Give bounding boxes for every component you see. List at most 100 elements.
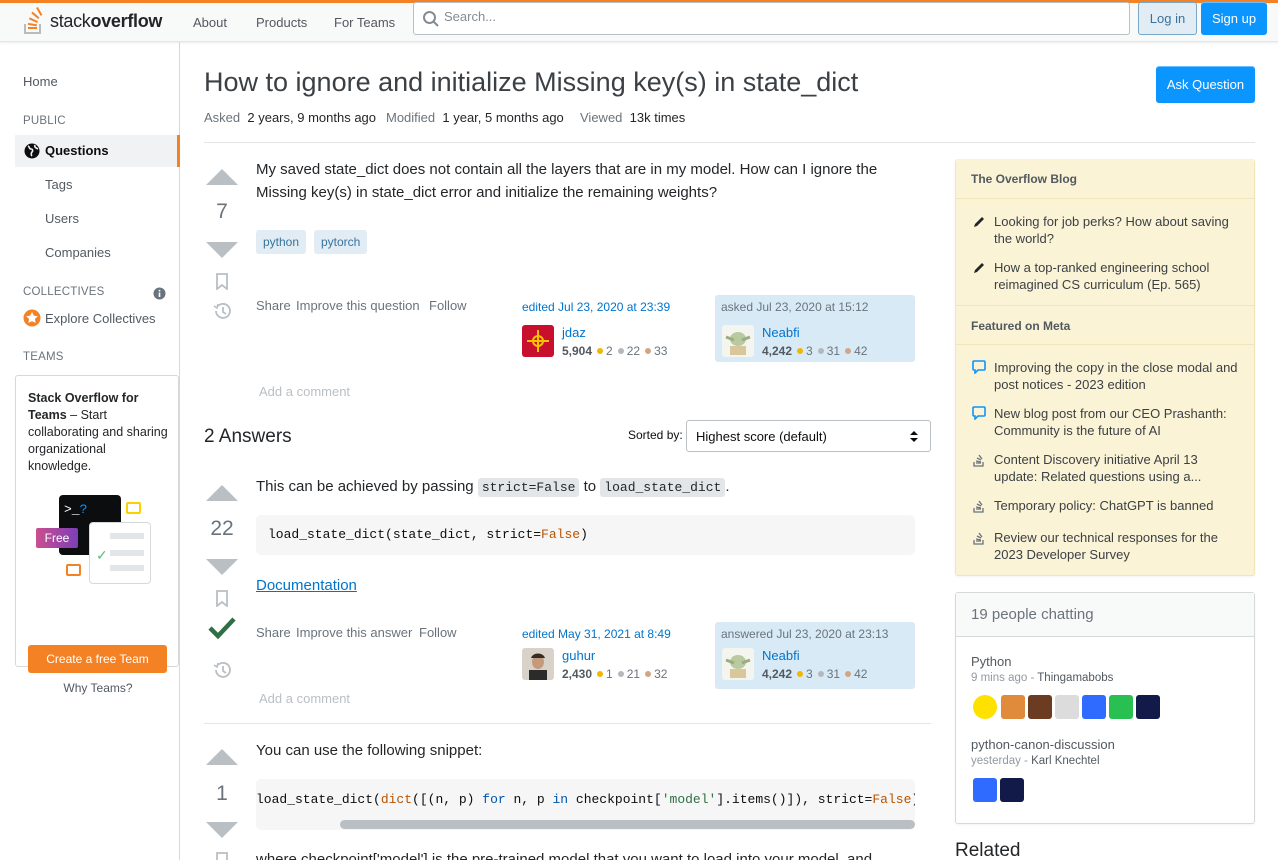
related-heading: Related xyxy=(955,840,1021,860)
sidebar-item-home[interactable]: Home xyxy=(23,74,58,89)
history-icon[interactable] xyxy=(212,302,232,320)
add-comment-link[interactable]: Add a comment xyxy=(259,691,350,706)
avatar[interactable] xyxy=(522,325,554,357)
globe-icon xyxy=(24,143,40,159)
pencil-icon xyxy=(974,217,984,227)
avatar[interactable] xyxy=(1082,695,1106,719)
accepted-checkmark-icon xyxy=(208,617,236,640)
chat-room-python[interactable]: Python xyxy=(971,654,1011,669)
avatar[interactable] xyxy=(1109,695,1133,719)
nav-about[interactable]: About xyxy=(181,9,239,36)
login-button[interactable]: Log in xyxy=(1138,2,1197,35)
blog-item[interactable]: How a top-ranked engineering school reim… xyxy=(994,259,1239,293)
info-icon[interactable] xyxy=(153,287,166,300)
ask-question-button[interactable]: Ask Question xyxy=(1156,66,1255,103)
sidebar-item-companies[interactable]: Companies xyxy=(45,245,111,260)
tag-pytorch[interactable]: pytorch xyxy=(314,230,368,254)
answer-body-continued: where checkpoint['model'] is the pre-tra… xyxy=(256,851,873,860)
sidebar-item-questions[interactable]: Questions xyxy=(15,135,180,167)
share-link[interactable]: Share xyxy=(256,625,291,640)
downvote-button[interactable] xyxy=(206,822,238,838)
avatar[interactable] xyxy=(973,778,997,802)
downvote-button[interactable] xyxy=(206,242,238,258)
edit-time[interactable]: edited Jul 23, 2020 at 23:39 xyxy=(522,300,710,314)
edit-time[interactable]: edited May 31, 2021 at 8:49 xyxy=(522,627,710,641)
chat-room-meta: yesterday - Karl Knechtel xyxy=(971,755,1100,767)
bookmark-icon[interactable] xyxy=(215,590,229,607)
share-link[interactable]: Share xyxy=(256,298,291,313)
signup-button[interactable]: Sign up xyxy=(1201,2,1267,35)
owner-signature: asked Jul 23, 2020 at 15:12 Neabfi 4,242… xyxy=(715,295,915,362)
user-reputation: 2,430 1 21 32 xyxy=(562,667,668,681)
search-input[interactable] xyxy=(444,9,1104,24)
site-logo[interactable]: stackoverflow xyxy=(22,3,162,39)
history-icon[interactable] xyxy=(212,661,232,679)
nav-products[interactable]: Products xyxy=(244,9,319,36)
meta-item[interactable]: Improving the copy in the close modal an… xyxy=(994,359,1239,393)
left-sidebar: Home PUBLIC Questions Tags Users Compani… xyxy=(0,42,180,860)
bookmark-icon[interactable] xyxy=(215,273,229,290)
divider xyxy=(204,723,931,724)
stack-logo-icon xyxy=(24,7,43,34)
sidebar-item-users[interactable]: Users xyxy=(45,211,79,226)
stack-small-icon xyxy=(973,500,984,513)
page-title[interactable]: How to ignore and initialize Missing key… xyxy=(204,67,858,98)
improve-answer-link[interactable]: Improve this answer xyxy=(296,625,412,640)
chat-bubble-icon xyxy=(972,360,986,374)
blog-item[interactable]: Looking for job perks? How about saving … xyxy=(994,213,1239,247)
avatar[interactable] xyxy=(1000,778,1024,802)
pencil-icon xyxy=(974,263,984,273)
horizontal-scrollbar[interactable] xyxy=(340,820,915,829)
create-team-button[interactable]: Create a free Team xyxy=(28,645,167,673)
upvote-button[interactable] xyxy=(206,749,238,765)
answer-body: This can be achieved by passing strict=F… xyxy=(256,478,730,497)
user-name[interactable]: Neabfi xyxy=(762,325,800,340)
avatar[interactable] xyxy=(1001,695,1025,719)
sidebar-heading-teams: TEAMS xyxy=(23,351,64,363)
avatar[interactable] xyxy=(522,648,554,680)
user-name[interactable]: guhur xyxy=(562,648,595,663)
chat-heading[interactable]: 19 people chatting xyxy=(956,593,1254,637)
meta-item[interactable]: New blog post from our CEO Prashanth: Co… xyxy=(994,405,1239,439)
avatar[interactable] xyxy=(1055,695,1079,719)
follow-link[interactable]: Follow xyxy=(429,298,467,313)
meta-item[interactable]: Content Discovery initiative April 13 up… xyxy=(994,451,1239,485)
user-name[interactable]: jdaz xyxy=(562,325,586,340)
sidebar-item-tags[interactable]: Tags xyxy=(45,177,72,192)
meta-item[interactable]: Review our technical responses for the 2… xyxy=(994,529,1239,563)
sort-value: Highest score (default) xyxy=(696,429,827,444)
follow-link[interactable]: Follow xyxy=(419,625,457,640)
stack-small-icon xyxy=(973,454,984,467)
bookmark-icon[interactable] xyxy=(215,852,229,860)
teams-promo: Stack Overflow for Teams – Start collabo… xyxy=(15,375,179,695)
avatar[interactable] xyxy=(973,695,997,719)
upvote-button[interactable] xyxy=(206,485,238,501)
avatar[interactable] xyxy=(722,325,754,357)
sort-select[interactable]: Highest score (default) xyxy=(686,420,931,452)
teams-promo-text: Stack Overflow for Teams – Start collabo… xyxy=(28,391,168,473)
teams-illustration: >_? ✓ Free xyxy=(36,492,156,587)
chat-room-python-canon[interactable]: python-canon-discussion xyxy=(971,737,1115,752)
add-comment-link[interactable]: Add a comment xyxy=(259,384,350,399)
avatar[interactable] xyxy=(1136,695,1160,719)
avatar[interactable] xyxy=(722,648,754,680)
user-reputation: 4,242 3 31 42 xyxy=(762,344,868,358)
user-name[interactable]: Neabfi xyxy=(762,648,800,663)
improve-question-link[interactable]: Improve this question xyxy=(296,298,420,313)
nav-for-teams[interactable]: For Teams xyxy=(322,9,407,36)
meta-item[interactable]: Temporary policy: ChatGPT is banned xyxy=(994,497,1239,514)
overflow-blog-widget: The Overflow Blog Looking for job perks?… xyxy=(955,159,1255,576)
upvote-button[interactable] xyxy=(206,169,238,185)
sidebar-item-explore-collectives[interactable]: Explore Collectives xyxy=(45,311,156,326)
modified-meta: Modified 1 year, 5 months ago xyxy=(386,110,564,125)
documentation-link[interactable]: Documentation xyxy=(256,577,357,594)
viewed-meta: Viewed 13k times xyxy=(580,110,686,125)
avatar[interactable] xyxy=(1028,695,1052,719)
why-teams-link[interactable]: Why Teams? xyxy=(16,681,180,695)
chat-bubble-icon xyxy=(972,406,986,420)
user-reputation: 5,904 2 22 33 xyxy=(562,344,668,358)
downvote-button[interactable] xyxy=(206,559,238,575)
tag-python[interactable]: python xyxy=(256,230,307,254)
search-box[interactable] xyxy=(413,2,1130,35)
answered-time: answered Jul 23, 2020 at 23:13 xyxy=(721,627,889,641)
